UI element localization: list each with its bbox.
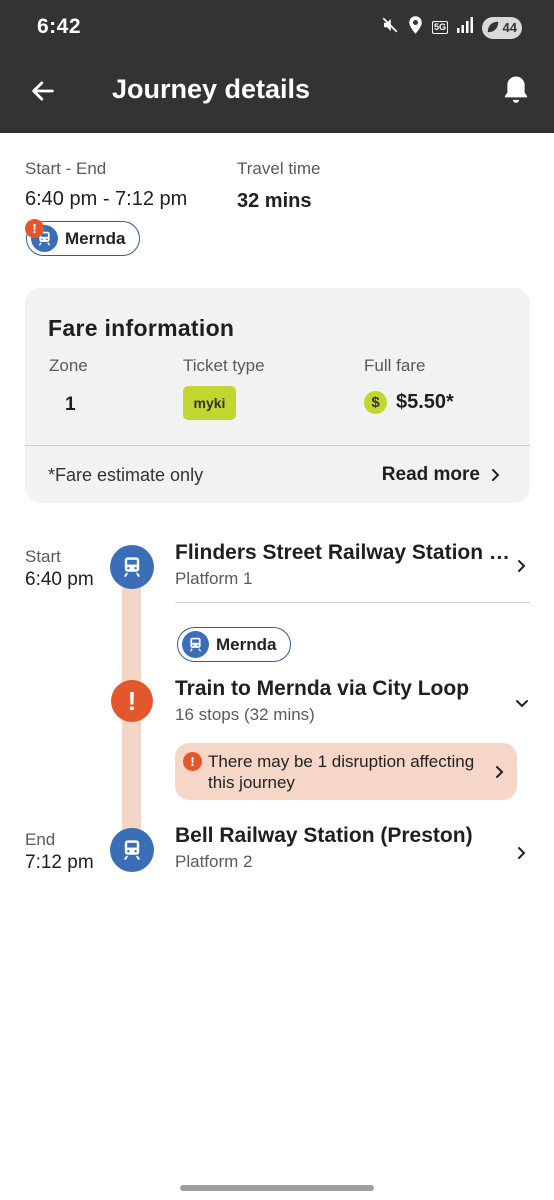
notifications-button[interactable]: [498, 72, 534, 108]
page-title: Journey details: [112, 74, 311, 104]
leg-title: Train to Mernda via City Loop: [175, 677, 470, 700]
chevron-right-icon: [492, 469, 500, 481]
end-platform: Platform 2: [175, 852, 253, 871]
network-type-icon: 5G: [431, 21, 448, 34]
dollar-icon: $: [364, 391, 387, 414]
end-label: End: [25, 830, 56, 849]
myki-badge: myki: [183, 386, 236, 420]
chevron-right-icon: [514, 845, 530, 861]
chevron-right-icon: [514, 558, 530, 574]
leg-row[interactable]: Train to Mernda via City Loop 16 stops (…: [175, 677, 530, 725]
disruption-text: There may be 1 disruption affecting this…: [208, 751, 475, 792]
stop-divider: [175, 602, 530, 603]
alert-icon: !: [25, 219, 44, 238]
chevron-right-icon: [496, 765, 504, 778]
end-time: 7:12 pm: [25, 852, 94, 873]
battery-icon: 44: [482, 16, 522, 39]
mute-icon: [381, 16, 399, 39]
start-station-name: Flinders Street Railway Station (…: [175, 541, 515, 564]
bell-icon: [504, 76, 528, 103]
start-end-label: Start - End: [25, 159, 107, 178]
travel-time-value: 32 mins: [237, 190, 312, 212]
full-fare-label: Full fare: [364, 356, 426, 375]
disruption-banner[interactable]: ! There may be 1 disruption affecting th…: [175, 743, 517, 800]
end-station-row[interactable]: Bell Railway Station (Preston) Platform …: [175, 824, 530, 872]
route-chip-label: Mernda: [216, 634, 277, 654]
status-time: 6:42: [37, 15, 82, 38]
read-more-link[interactable]: Read more: [382, 464, 502, 486]
disruption-alert-icon: !: [111, 680, 153, 722]
start-train-icon: [110, 545, 154, 589]
ticket-type-label: Ticket type: [183, 356, 265, 375]
start-end-value: 6:40 pm - 7:12 pm: [25, 188, 188, 210]
status-icons: 5G 44: [381, 16, 522, 39]
train-icon: [182, 631, 209, 658]
battery-saver-icon: [487, 21, 499, 32]
fare-title: Fare information: [48, 315, 235, 341]
battery-level: 44: [502, 20, 517, 35]
fare-information-card: Fare information Zone Ticket type Full f…: [25, 288, 530, 503]
full-fare-value: $ $5.50*: [364, 391, 454, 414]
end-train-icon: [110, 828, 154, 872]
signal-icon: [457, 17, 473, 38]
start-time: 6:40 pm: [25, 569, 94, 590]
read-more-label: Read more: [381, 464, 480, 485]
fare-amount: $5.50*: [396, 391, 454, 413]
start-platform: Platform 1: [175, 569, 253, 588]
top-bar: 6:42 5G 44 Journey details: [0, 0, 554, 133]
start-station-row[interactable]: Flinders Street Railway Station (… Platf…: [175, 541, 530, 589]
back-arrow-icon: [32, 81, 54, 101]
route-chip-leg[interactable]: Mernda: [177, 627, 291, 662]
location-icon: [408, 16, 423, 39]
zone-value: 1: [65, 394, 76, 415]
fare-estimate-note: *Fare estimate only: [48, 465, 204, 485]
route-chip-label: Mernda: [65, 228, 126, 248]
end-station-name: Bell Railway Station (Preston): [175, 824, 473, 847]
home-indicator[interactable]: [180, 1185, 374, 1191]
fare-divider: [25, 445, 530, 446]
chevron-down-icon: [514, 696, 530, 712]
alert-icon: !: [183, 752, 202, 771]
zone-label: Zone: [49, 356, 88, 375]
back-button[interactable]: [26, 74, 60, 108]
start-label: Start: [25, 547, 61, 566]
leg-detail: 16 stops (32 mins): [175, 705, 315, 724]
travel-time-label: Travel time: [237, 159, 321, 178]
